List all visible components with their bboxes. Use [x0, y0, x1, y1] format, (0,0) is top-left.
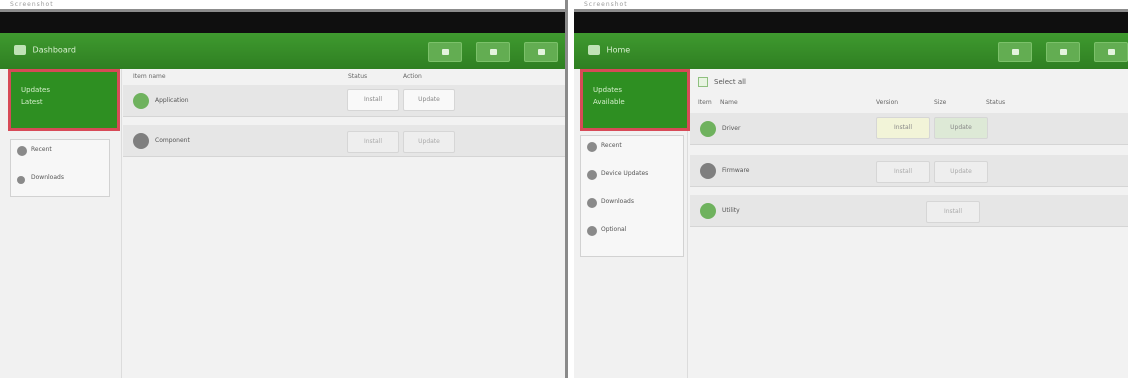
device-icon [587, 170, 597, 180]
caption-bar: Screenshot [574, 0, 1128, 9]
sidebar-item-label: Device Updates [601, 170, 649, 177]
title-bar [574, 12, 1128, 33]
column-header: Version [876, 99, 899, 106]
toolbar-button-3[interactable] [524, 42, 558, 62]
select-all-label: Select all [714, 78, 746, 86]
update-button[interactable]: Update [934, 117, 988, 139]
column-header: Action [403, 73, 422, 80]
update-button[interactable]: Update [403, 89, 455, 111]
left-screenshot: Screenshot Dashboard Updates Latest Rece… [0, 0, 568, 378]
row-label: Firmware [722, 167, 750, 174]
utility-icon [700, 203, 716, 219]
select-all-checkbox[interactable] [698, 77, 708, 87]
sidebar-item-recent[interactable]: Recent [11, 140, 109, 168]
sidebar-item-downloads[interactable]: Downloads [11, 168, 109, 196]
home-icon [14, 45, 26, 55]
row-label: Application [155, 97, 189, 104]
app-header: Home [574, 33, 1128, 69]
toolbar-button-1[interactable] [428, 42, 462, 62]
app-icon [133, 93, 149, 109]
download-icon [587, 198, 597, 208]
update-button[interactable]: Update [403, 131, 455, 153]
column-header: Status [986, 99, 1006, 106]
table-row[interactable]: Application [123, 85, 565, 117]
update-button[interactable]: Update [934, 161, 988, 183]
sidebar-nav: Recent Downloads [10, 139, 110, 197]
sidebar-item-label: Recent [601, 142, 622, 149]
row-label: Utility [722, 207, 740, 214]
sidebar-item-label: Optional [601, 226, 627, 233]
clock-icon [587, 142, 597, 152]
install-button[interactable]: Install [347, 131, 399, 153]
updates-tile-subtitle: Available [593, 98, 625, 106]
column-header: Size [934, 99, 947, 106]
updates-tile[interactable]: Updates Available [580, 69, 690, 131]
toolbar-button-1[interactable] [998, 42, 1032, 62]
right-screenshot: Screenshot Home Updates Available Recent… [574, 0, 1128, 378]
column-headers: Item Name Version Size Status [690, 99, 1128, 109]
sidebar-item-label: Recent [31, 146, 52, 153]
caption-bar: Screenshot [0, 0, 565, 9]
clock-icon [17, 146, 27, 156]
table-row[interactable]: Utility [690, 195, 1128, 227]
download-icon [17, 176, 25, 184]
sidebar-item-label: Downloads [601, 198, 634, 205]
toolbar-button-3[interactable] [1094, 42, 1128, 62]
sidebar-item-device-updates[interactable]: Device Updates [581, 164, 683, 192]
caption-text: Screenshot [10, 1, 54, 8]
app-header: Dashboard [0, 33, 565, 69]
sidebar-item-label: Downloads [31, 174, 64, 181]
updates-tile-title: Updates [21, 86, 50, 94]
home-icon [588, 45, 600, 55]
sidebar: Updates Latest Recent Downloads [0, 69, 122, 378]
table-row[interactable]: Component [123, 125, 565, 157]
install-button[interactable]: Install [347, 89, 399, 111]
updates-tile-title: Updates [593, 86, 622, 94]
component-icon [133, 133, 149, 149]
brand-label: Home [606, 45, 631, 55]
sidebar-item-optional[interactable]: Optional [581, 220, 683, 248]
firmware-icon [700, 163, 716, 179]
sidebar-item-recent[interactable]: Recent [581, 136, 683, 164]
column-header: Item [698, 99, 712, 106]
install-button[interactable]: Install [876, 117, 930, 139]
optional-icon [587, 226, 597, 236]
row-label: Driver [722, 125, 741, 132]
app-brand[interactable]: Home [588, 45, 630, 55]
caption-text: Screenshot [584, 1, 628, 8]
toolbar-button-2[interactable] [476, 42, 510, 62]
column-header: Name [720, 99, 738, 106]
column-headers: Item name Status Action [123, 73, 565, 83]
sidebar: Updates Available Recent Device Updates … [574, 69, 690, 378]
sidebar-item-downloads[interactable]: Downloads [581, 192, 683, 220]
column-header: Status [348, 73, 368, 80]
updates-tile[interactable]: Updates Latest [8, 69, 120, 131]
install-button[interactable]: Install [926, 201, 980, 223]
updates-tile-subtitle: Latest [21, 98, 43, 106]
driver-icon [700, 121, 716, 137]
row-label: Component [155, 137, 190, 144]
app-brand[interactable]: Dashboard [14, 45, 76, 55]
brand-label: Dashboard [32, 45, 76, 55]
main-panel: Item name Status Action Application Comp… [123, 69, 565, 378]
column-header: Item name [133, 73, 166, 80]
sidebar-nav: Recent Device Updates Downloads Optional [580, 135, 684, 257]
toolbar-button-2[interactable] [1046, 42, 1080, 62]
install-button[interactable]: Install [876, 161, 930, 183]
title-bar [0, 12, 565, 33]
main-panel: Select all Item Name Version Size Status… [690, 69, 1128, 378]
